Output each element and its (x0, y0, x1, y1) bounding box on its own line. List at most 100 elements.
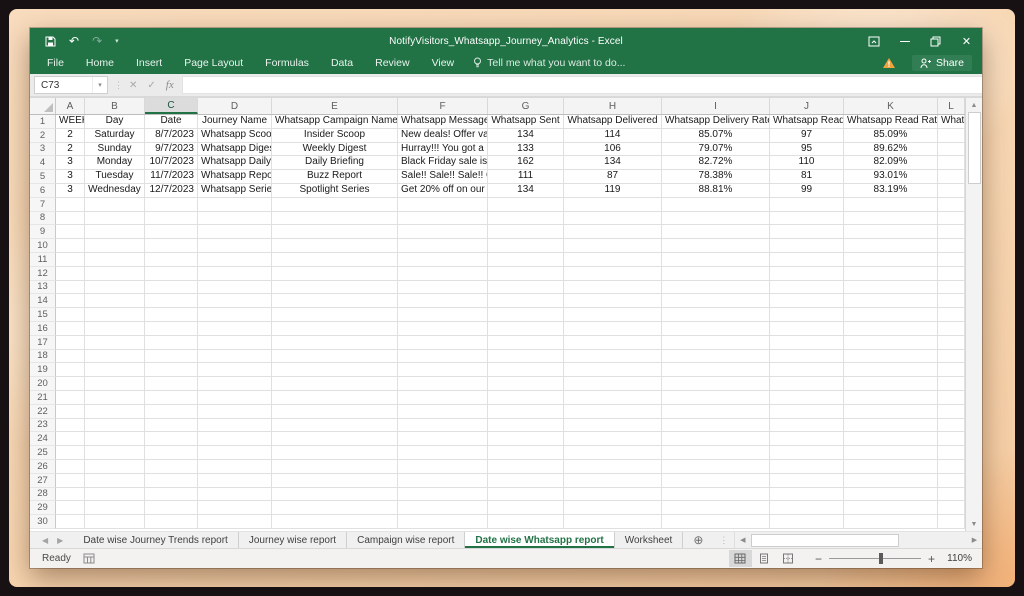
redo-icon[interactable]: ↷ (92, 35, 102, 47)
cell-G2[interactable]: 134 (488, 129, 564, 143)
scroll-down-icon[interactable]: ▼ (966, 517, 982, 531)
cell-K14[interactable] (844, 294, 938, 308)
select-all-corner[interactable] (30, 98, 56, 114)
close-icon[interactable]: ✕ (951, 28, 982, 54)
cell-E8[interactable] (272, 212, 398, 226)
cell-F4[interactable]: Black Friday sale is he (398, 156, 488, 170)
cell-A2[interactable]: 2 (56, 129, 85, 143)
sheet-tab-worksheet[interactable]: Worksheet (615, 532, 684, 548)
cell-C2[interactable]: 8/7/2023 (145, 129, 198, 143)
cell-D23[interactable] (198, 419, 272, 433)
cell-B3[interactable]: Sunday (85, 143, 145, 157)
cell-J26[interactable] (770, 460, 844, 474)
cell-C10[interactable] (145, 239, 198, 253)
cell-K19[interactable] (844, 363, 938, 377)
cell-E2[interactable]: Insider Scoop (272, 129, 398, 143)
ribbon-tab-formulas[interactable]: Formulas (254, 57, 320, 69)
cell-L6[interactable] (938, 184, 965, 198)
sheet-tab-campaign-wise-report[interactable]: Campaign wise report (347, 532, 465, 548)
cell-L27[interactable] (938, 474, 965, 488)
cell-D11[interactable] (198, 253, 272, 267)
cell-F1[interactable]: Whatsapp Message (398, 115, 488, 129)
cell-J30[interactable] (770, 515, 844, 529)
cell-A27[interactable] (56, 474, 85, 488)
cell-G1[interactable]: Whatsapp Sent (488, 115, 564, 129)
row-header-26[interactable]: 26 (30, 460, 56, 474)
cell-H21[interactable] (564, 391, 662, 405)
cell-I30[interactable] (662, 515, 770, 529)
cell-D30[interactable] (198, 515, 272, 529)
formula-input[interactable] (182, 76, 982, 94)
cell-H16[interactable] (564, 322, 662, 336)
cell-J20[interactable] (770, 377, 844, 391)
cell-G29[interactable] (488, 501, 564, 515)
cell-F25[interactable] (398, 446, 488, 460)
cell-I1[interactable]: Whatsapp Delivery Rate (662, 115, 770, 129)
cell-C28[interactable] (145, 488, 198, 502)
cell-H20[interactable] (564, 377, 662, 391)
cell-L13[interactable] (938, 281, 965, 295)
cell-E14[interactable] (272, 294, 398, 308)
cell-E5[interactable]: Buzz Report (272, 170, 398, 184)
cell-I18[interactable] (662, 350, 770, 364)
cell-H22[interactable] (564, 405, 662, 419)
row-header-19[interactable]: 19 (30, 363, 56, 377)
cell-D13[interactable] (198, 281, 272, 295)
cell-G22[interactable] (488, 405, 564, 419)
cell-F6[interactable]: Get 20% off on our w (398, 184, 488, 198)
cell-C29[interactable] (145, 501, 198, 515)
cell-D29[interactable] (198, 501, 272, 515)
cell-A28[interactable] (56, 488, 85, 502)
cell-L22[interactable] (938, 405, 965, 419)
zoom-slider[interactable] (829, 558, 921, 559)
cell-L16[interactable] (938, 322, 965, 336)
cell-J19[interactable] (770, 363, 844, 377)
cell-E18[interactable] (272, 350, 398, 364)
cell-C3[interactable]: 9/7/2023 (145, 143, 198, 157)
restore-icon[interactable] (920, 28, 951, 54)
sheet-tab-journey-wise-report[interactable]: Journey wise report (239, 532, 347, 548)
cell-I29[interactable] (662, 501, 770, 515)
cell-H25[interactable] (564, 446, 662, 460)
cell-F16[interactable] (398, 322, 488, 336)
cell-C23[interactable] (145, 419, 198, 433)
cell-B2[interactable]: Saturday (85, 129, 145, 143)
cell-J24[interactable] (770, 432, 844, 446)
ribbon-tab-data[interactable]: Data (320, 57, 364, 69)
cell-H14[interactable] (564, 294, 662, 308)
cell-D10[interactable] (198, 239, 272, 253)
cell-J14[interactable] (770, 294, 844, 308)
cell-D2[interactable]: Whatsapp Scoop (198, 129, 272, 143)
cell-H30[interactable] (564, 515, 662, 529)
cell-I5[interactable]: 78.38% (662, 170, 770, 184)
cell-H2[interactable]: 114 (564, 129, 662, 143)
cell-I3[interactable]: 79.07% (662, 143, 770, 157)
cell-L2[interactable] (938, 129, 965, 143)
cell-L29[interactable] (938, 501, 965, 515)
cell-E25[interactable] (272, 446, 398, 460)
cell-I4[interactable]: 82.72% (662, 156, 770, 170)
cell-K6[interactable]: 83.19% (844, 184, 938, 198)
cell-H29[interactable] (564, 501, 662, 515)
cell-H4[interactable]: 134 (564, 156, 662, 170)
cell-J16[interactable] (770, 322, 844, 336)
cell-D25[interactable] (198, 446, 272, 460)
row-header-21[interactable]: 21 (30, 391, 56, 405)
cell-G4[interactable]: 162 (488, 156, 564, 170)
cell-J25[interactable] (770, 446, 844, 460)
cell-E16[interactable] (272, 322, 398, 336)
cell-I11[interactable] (662, 253, 770, 267)
ribbon-tab-file[interactable]: File (36, 57, 75, 69)
cell-A24[interactable] (56, 432, 85, 446)
cell-F10[interactable] (398, 239, 488, 253)
tell-me-box[interactable]: Tell me what you want to do... (473, 57, 625, 69)
minimize-icon[interactable] (889, 28, 920, 54)
cell-E1[interactable]: Whatsapp Campaign Name (272, 115, 398, 129)
cell-E4[interactable]: Daily Briefing (272, 156, 398, 170)
sheet-tab-date-wise-whatsapp-report[interactable]: Date wise Whatsapp report (465, 532, 614, 548)
cell-D22[interactable] (198, 405, 272, 419)
column-header-H[interactable]: H (564, 98, 662, 114)
row-header-23[interactable]: 23 (30, 419, 56, 433)
cell-L23[interactable] (938, 419, 965, 433)
cell-I23[interactable] (662, 419, 770, 433)
